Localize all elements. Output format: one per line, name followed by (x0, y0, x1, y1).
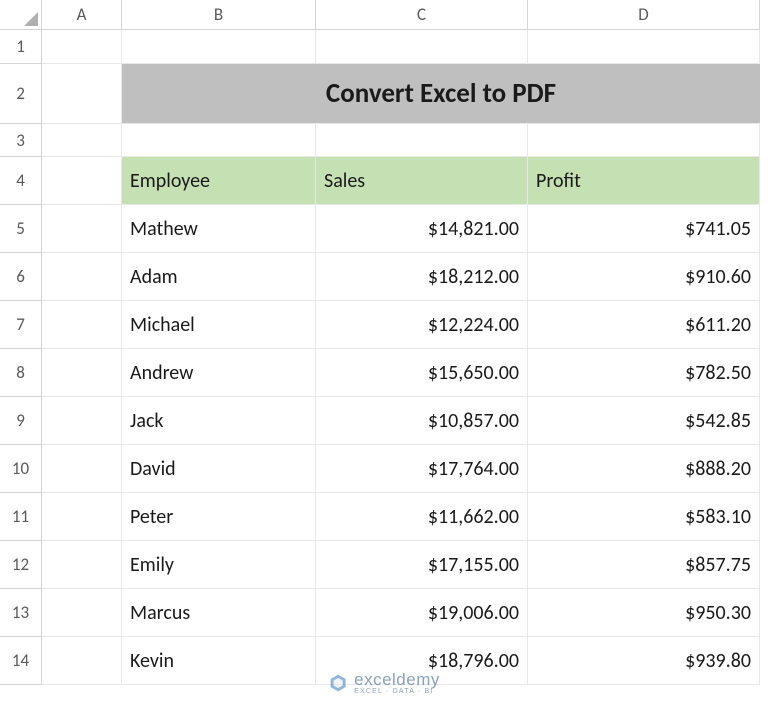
cell-employee[interactable]: Marcus (122, 589, 316, 637)
header-profit[interactable]: Profit (528, 157, 760, 205)
cell-a6[interactable] (42, 253, 122, 301)
cell-employee[interactable]: Andrew (122, 349, 316, 397)
cell-b3[interactable] (122, 124, 316, 157)
cell-profit[interactable]: $611.20 (528, 301, 760, 349)
cell-a14[interactable] (42, 637, 122, 685)
row-header-5[interactable]: 5 (0, 205, 42, 253)
cell-employee[interactable]: Michael (122, 301, 316, 349)
cell-profit[interactable]: $782.50 (528, 349, 760, 397)
cell-c3[interactable] (316, 124, 528, 157)
cell-profit[interactable]: $857.75 (528, 541, 760, 589)
cell-sales[interactable]: $10,857.00 (316, 397, 528, 445)
cell-sales[interactable]: $14,821.00 (316, 205, 528, 253)
cell-profit[interactable]: $583.10 (528, 493, 760, 541)
cell-profit[interactable]: $741.05 (528, 205, 760, 253)
col-header-a[interactable]: A (42, 0, 122, 30)
cell-employee[interactable]: Kevin (122, 637, 316, 685)
cell-sales[interactable]: $15,650.00 (316, 349, 528, 397)
cell-a11[interactable] (42, 493, 122, 541)
row-header-4[interactable]: 4 (0, 157, 42, 205)
cell-profit[interactable]: $888.20 (528, 445, 760, 493)
col-header-d[interactable]: D (528, 0, 760, 30)
cell-employee[interactable]: Adam (122, 253, 316, 301)
row-header-9[interactable]: 9 (0, 397, 42, 445)
cell-profit[interactable]: $950.30 (528, 589, 760, 637)
cell-sales[interactable]: $11,662.00 (316, 493, 528, 541)
cell-sales[interactable]: $19,006.00 (316, 589, 528, 637)
cell-a13[interactable] (42, 589, 122, 637)
row-header-7[interactable]: 7 (0, 301, 42, 349)
cell-sales[interactable]: $18,796.00 (316, 637, 528, 685)
cell-employee[interactable]: David (122, 445, 316, 493)
cell-employee[interactable]: Jack (122, 397, 316, 445)
cell-employee[interactable]: Mathew (122, 205, 316, 253)
header-employee[interactable]: Employee (122, 157, 316, 205)
row-header-1[interactable]: 1 (0, 30, 42, 64)
cell-a10[interactable] (42, 445, 122, 493)
cell-sales[interactable]: $17,764.00 (316, 445, 528, 493)
spreadsheet-grid: A B C D 1 2 Convert Excel to PDF 3 4 Emp… (0, 0, 768, 701)
cell-employee[interactable]: Peter (122, 493, 316, 541)
select-all-corner[interactable] (0, 0, 42, 30)
cell-sales[interactable]: $12,224.00 (316, 301, 528, 349)
cell-a12[interactable] (42, 541, 122, 589)
cell-profit[interactable]: $910.60 (528, 253, 760, 301)
cell-a1[interactable] (42, 30, 122, 64)
cell-a2[interactable] (42, 64, 122, 124)
cell-c1[interactable] (316, 30, 528, 64)
title-cell[interactable]: Convert Excel to PDF (122, 64, 760, 124)
cell-a3[interactable] (42, 124, 122, 157)
cell-a5[interactable] (42, 205, 122, 253)
cell-employee[interactable]: Emily (122, 541, 316, 589)
cell-sales[interactable]: $18,212.00 (316, 253, 528, 301)
cell-a9[interactable] (42, 397, 122, 445)
col-header-c[interactable]: C (316, 0, 528, 30)
row-header-2[interactable]: 2 (0, 64, 42, 124)
cell-d1[interactable] (528, 30, 760, 64)
col-header-b[interactable]: B (122, 0, 316, 30)
cell-a7[interactable] (42, 301, 122, 349)
cell-a4[interactable] (42, 157, 122, 205)
row-header-3[interactable]: 3 (0, 124, 42, 157)
cell-d3[interactable] (528, 124, 760, 157)
cell-b1[interactable] (122, 30, 316, 64)
row-header-10[interactable]: 10 (0, 445, 42, 493)
cell-sales[interactable]: $17,155.00 (316, 541, 528, 589)
row-header-6[interactable]: 6 (0, 253, 42, 301)
row-header-14[interactable]: 14 (0, 637, 42, 685)
cell-profit[interactable]: $542.85 (528, 397, 760, 445)
row-header-12[interactable]: 12 (0, 541, 42, 589)
header-sales[interactable]: Sales (316, 157, 528, 205)
cell-profit[interactable]: $939.80 (528, 637, 760, 685)
row-header-11[interactable]: 11 (0, 493, 42, 541)
row-header-13[interactable]: 13 (0, 589, 42, 637)
row-header-8[interactable]: 8 (0, 349, 42, 397)
cell-a8[interactable] (42, 349, 122, 397)
